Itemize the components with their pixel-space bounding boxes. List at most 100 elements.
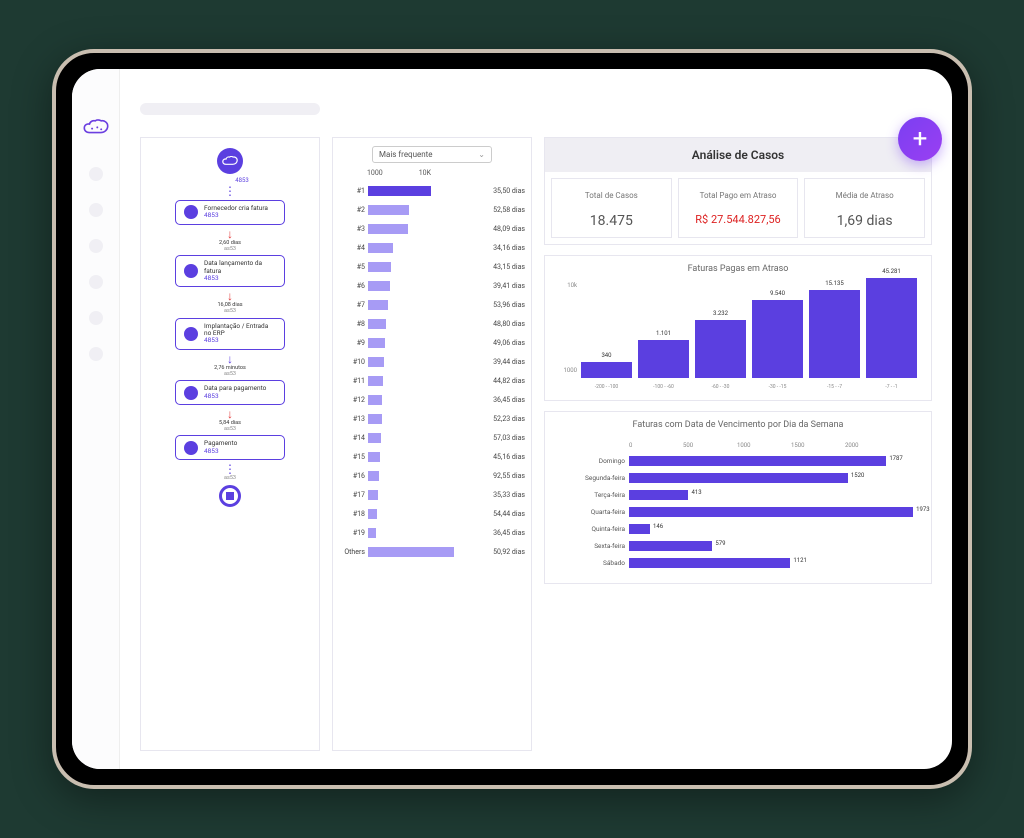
variant-row[interactable]: #543,15 dias <box>339 257 525 276</box>
brain-cloud-logo-icon[interactable] <box>83 119 109 141</box>
variant-row[interactable]: #1545,16 dias <box>339 447 525 466</box>
variant-value: 34,16 dias <box>493 244 525 252</box>
flow-step-node[interactable]: Fornecedor cria fatura4853 <box>175 200 285 225</box>
variant-row[interactable]: Others50,92 dias <box>339 542 525 561</box>
variant-row[interactable]: #1854,44 dias <box>339 504 525 523</box>
flow-arrow-icon: ↓ <box>227 290 233 302</box>
chart-column[interactable]: 340-200 - -100 <box>581 362 632 378</box>
chart-column[interactable]: 1.101-100 - -60 <box>638 340 689 378</box>
variant-axis: 1000 10K <box>367 169 525 177</box>
flow-end-node[interactable] <box>219 485 241 507</box>
variant-row[interactable]: #1692,55 dias <box>339 466 525 485</box>
variant-bar <box>368 262 391 272</box>
dow-value: 1121 <box>793 557 807 564</box>
dow-bar <box>629 490 688 500</box>
variant-value: 35,33 dias <box>493 491 525 499</box>
variant-label: #6 <box>339 282 365 290</box>
flow-start-node[interactable] <box>217 148 243 174</box>
variant-value: 92,55 dias <box>493 472 525 480</box>
variant-value: 53,96 dias <box>493 301 525 309</box>
variant-row[interactable]: #1352,23 dias <box>339 409 525 428</box>
chevron-down-icon: ⌄ <box>478 150 485 159</box>
variant-row[interactable]: #1936,45 dias <box>339 523 525 542</box>
flow-step-node[interactable]: Data lançamento da fatura4853 <box>175 255 285 287</box>
analysis-header: Análise de Casos <box>545 138 931 172</box>
variant-value: 43,15 dias <box>493 263 525 271</box>
dow-row[interactable]: Domingo1787 <box>559 452 917 469</box>
nav-placeholder[interactable] <box>89 347 103 361</box>
variant-row[interactable]: #753,96 dias <box>339 295 525 314</box>
variant-value: 35,50 dias <box>493 187 525 195</box>
chart-column[interactable]: 9.540-30 - -15 <box>752 300 803 378</box>
nav-placeholder[interactable] <box>89 239 103 253</box>
stat-value: R$ 27.544.827,56 <box>683 213 794 226</box>
dow-value: 1787 <box>889 455 903 462</box>
flow-arrow-label: 2,76 minutosas53 <box>214 365 246 377</box>
dow-row[interactable]: Sexta-feira579 <box>559 537 917 554</box>
flow-arrow-icon: ↓ <box>227 228 233 240</box>
dow-row[interactable]: Sábado1121 <box>559 554 917 571</box>
variant-label: #8 <box>339 320 365 328</box>
variant-row[interactable]: #1144,82 dias <box>339 371 525 390</box>
variant-row[interactable]: #1039,44 dias <box>339 352 525 371</box>
nav-placeholder[interactable] <box>89 167 103 181</box>
variant-value: 48,09 dias <box>493 225 525 233</box>
nav-placeholder[interactable] <box>89 275 103 289</box>
dow-row[interactable]: Quarta-feira1973 <box>559 503 917 520</box>
variant-bar <box>368 205 409 215</box>
dow-row[interactable]: Segunda-feira1520 <box>559 469 917 486</box>
flow-step-node[interactable]: Data para pagamento4853 <box>175 380 285 405</box>
tablet-frame: + 4853 ⋮Fornecedor cria fatura4853↓2,60 … <box>52 49 972 789</box>
variant-row[interactable]: #848,80 dias <box>339 314 525 333</box>
dow-value: 1520 <box>851 472 865 479</box>
add-button[interactable]: + <box>898 117 942 161</box>
variant-row[interactable]: #639,41 dias <box>339 276 525 295</box>
variant-row[interactable]: #1457,03 dias <box>339 428 525 447</box>
variant-value: 39,44 dias <box>493 358 525 366</box>
column-value: 1.101 <box>656 330 671 337</box>
flow-arrow-icon: ⋮ <box>224 185 236 197</box>
stat-value: 18.475 <box>556 213 667 229</box>
variant-label: #13 <box>339 415 365 423</box>
dow-bar <box>629 558 790 568</box>
sidebar <box>72 69 120 769</box>
variant-row[interactable]: #348,09 dias <box>339 219 525 238</box>
variant-label: #12 <box>339 396 365 404</box>
variant-value: 49,06 dias <box>493 339 525 347</box>
axis-tick: 2000 <box>845 442 899 449</box>
variant-bar <box>368 433 381 443</box>
variant-bar <box>368 376 383 386</box>
column-bar: 1.101 <box>638 340 689 378</box>
nav-placeholder[interactable] <box>89 203 103 217</box>
variant-row[interactable]: #434,16 dias <box>339 238 525 257</box>
variant-row[interactable]: #12 36,45 dias <box>339 390 525 409</box>
chart-column[interactable]: 3.232-60 - -30 <box>695 320 746 378</box>
chart-title: Faturas com Data de Vencimento por Dia d… <box>553 420 923 430</box>
dow-value: 579 <box>715 540 725 547</box>
flow-step-node[interactable]: Implantação / Entrada no ERP4853 <box>175 318 285 350</box>
chart-column[interactable]: 45.281-7 - -1 <box>866 278 917 378</box>
axis-tick: 1500 <box>791 442 845 449</box>
dropdown-label: Mais frequente <box>379 150 433 159</box>
nav-placeholder[interactable] <box>89 311 103 325</box>
stat-label: Média de Atraso <box>809 187 920 205</box>
dow-row[interactable]: Quinta-feira146 <box>559 520 917 537</box>
chart-column[interactable]: 15.135-15 - -7 <box>809 290 860 378</box>
variant-row[interactable]: #1735,33 dias <box>339 485 525 504</box>
variant-bar <box>368 338 385 348</box>
variant-row[interactable]: #252,58 dias <box>339 200 525 219</box>
variant-bar <box>368 490 378 500</box>
column-bar: 3.232 <box>695 320 746 378</box>
stat-label: Total de Casos <box>556 187 667 205</box>
dow-bar <box>629 473 848 483</box>
variant-bar <box>368 186 431 196</box>
node-dot-icon <box>184 264 198 278</box>
variant-bar <box>368 452 380 462</box>
flow-step-node[interactable]: Pagamento4853 <box>175 435 285 460</box>
variant-row[interactable]: #135,50 dias <box>339 181 525 200</box>
page-title-placeholder <box>140 103 320 115</box>
variant-row[interactable]: #949,06 dias <box>339 333 525 352</box>
variant-sort-dropdown[interactable]: Mais frequente ⌄ <box>372 146 492 163</box>
variant-value: 36,45 dias <box>493 396 525 404</box>
dow-row[interactable]: Terça-feira413 <box>559 486 917 503</box>
